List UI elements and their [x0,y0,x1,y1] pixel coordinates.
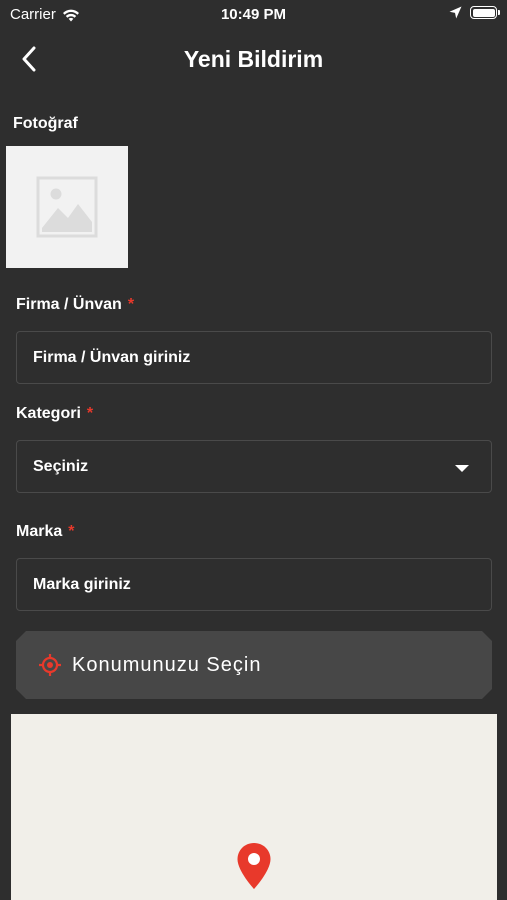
required-indicator: * [127,296,135,313]
select-location-label: Konumunuzu Seçin [72,653,262,676]
status-bar: Carrier 10:49 PM [0,0,507,28]
photo-label: Fotoğraf [13,115,78,132]
category-select[interactable]: Seçiniz [16,440,492,493]
caret-down-icon [455,465,469,472]
category-label-text: Kategori [16,405,81,422]
target-icon [38,653,62,677]
map-view[interactable] [11,714,497,900]
location-arrow-icon [449,6,462,19]
brand-label: Marka * [16,523,74,541]
screen: Carrier 10:49 PM Yeni Bildirim Fotoğraf [0,0,507,900]
company-input[interactable]: Firma / Ünvan giriniz [16,331,492,384]
status-time: 10:49 PM [220,6,287,23]
status-right [449,6,500,19]
company-label: Firma / Ünvan * [16,296,134,314]
map-pin-icon[interactable] [236,842,272,890]
brand-input-placeholder: Marka giriniz [33,575,131,593]
page-title: Yeni Bildirim [183,46,324,72]
brand-input[interactable]: Marka giriniz [16,558,492,611]
battery-icon [470,6,500,19]
required-indicator: * [68,523,75,540]
required-indicator: * [86,405,94,422]
company-label-text: Firma / Ünvan [16,296,122,313]
nav-bar: Yeni Bildirim [0,28,507,90]
photo-picker[interactable] [6,146,128,268]
category-label: Kategori * [16,405,93,423]
category-selected-value: Seçiniz [33,457,89,475]
brand-label-text: Marka [16,523,63,540]
company-input-placeholder: Firma / Ünvan giriniz [33,348,191,366]
select-location-button[interactable]: Konumunuzu Seçin [16,631,492,699]
image-placeholder-icon [36,176,98,238]
